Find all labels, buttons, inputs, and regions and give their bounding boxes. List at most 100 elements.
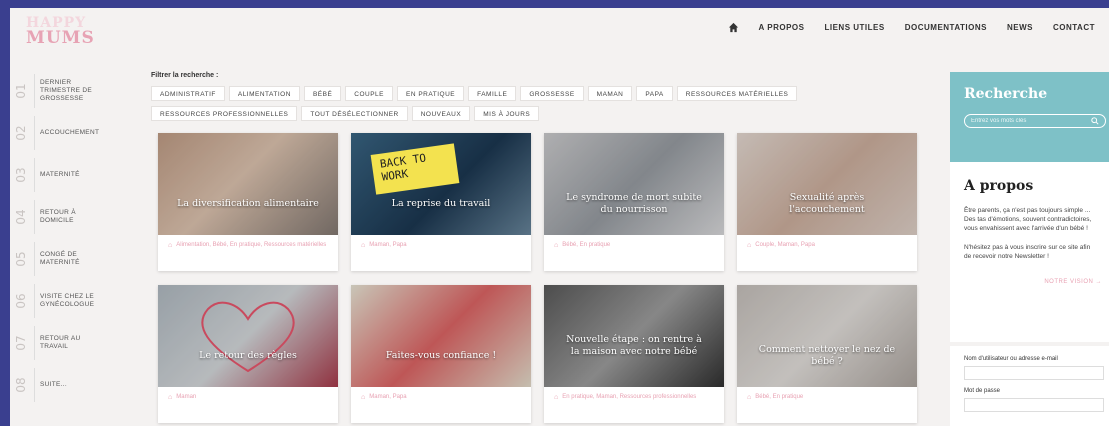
article-card[interactable]: La diversification alimentaire ⌂ Alimenta… <box>158 133 338 271</box>
article-title[interactable]: Le retour des règles <box>181 350 315 362</box>
search-icon[interactable] <box>1091 117 1099 125</box>
about-newsletter-text: N'hésitez pas à vous inscrire sur ce sit… <box>964 244 1091 260</box>
username-input[interactable] <box>964 366 1104 380</box>
article-image[interactable]: Nouvelle étape : on rentre à la maison a… <box>544 285 724 387</box>
article-tags: ⌂ Bébé, En pratique <box>544 235 724 256</box>
filter-chip-couple[interactable]: COUPLE <box>345 86 394 101</box>
article-image[interactable]: BACK TO WORK La reprise du travail <box>351 133 531 235</box>
article-tags-text[interactable]: Alimentation, Bébé, En pratique, Ressour… <box>176 241 326 250</box>
filter-chip-maman[interactable]: MAMAN <box>587 86 633 101</box>
article-tags-text[interactable]: En pratique, Maman, Ressources professio… <box>562 393 696 402</box>
timeline-label: Retour au travail <box>40 335 81 350</box>
timeline-item[interactable]: 05 Congé de maternité <box>10 238 110 280</box>
article-title[interactable]: Faites-vous confiance ! <box>368 350 514 362</box>
timeline-number: 01 <box>14 83 28 99</box>
timeline-item[interactable]: 06 Visite chez le gynécologue <box>10 280 110 322</box>
article-image[interactable]: Faites-vous confiance ! <box>351 285 531 387</box>
filter-chip-alimentation[interactable]: ALIMENTATION <box>228 86 300 101</box>
timeline-label: Maternité <box>40 171 80 178</box>
heart-illustration <box>201 301 295 373</box>
username-label: Nom d'utilisateur ou adresse e-mail <box>964 356 1058 362</box>
article-card[interactable]: Le retour des règles ⌂ Maman <box>158 285 338 423</box>
timeline-item[interactable]: 08 Suite... <box>10 364 110 406</box>
top-navigation: A PROPOS LIENS UTILES DOCUMENTATIONS NEW… <box>728 22 1095 33</box>
article-title[interactable]: La reprise du travail <box>374 198 509 210</box>
filter-chip-grossesse[interactable]: GROSSESSE <box>520 86 584 101</box>
article-tags: ⌂ En pratique, Maman, Ressources professi… <box>544 387 724 408</box>
nav-contact[interactable]: CONTACT <box>1053 23 1095 32</box>
filter-chip-en-pratique[interactable]: EN PRATIQUE <box>397 86 465 101</box>
article-title[interactable]: La diversification alimentaire <box>159 198 337 210</box>
article-title[interactable]: Comment nettoyer le nez de bébé ? <box>737 344 917 368</box>
about-widget: A propos Être parents, ça n'est pas touj… <box>950 162 1109 342</box>
article-tags-text[interactable]: Maman, Papa <box>369 393 406 402</box>
timeline-menu: 01 Dernier trimestre de grossesse 02 Accou… <box>10 70 110 406</box>
filter-title: Filtrer la recherche : <box>151 72 219 79</box>
timeline-number: 04 <box>14 209 28 225</box>
tag-icon: ⌂ <box>361 394 366 401</box>
nav-documentations[interactable]: DOCUMENTATIONS <box>905 23 987 32</box>
article-tags: ⌂ Maman <box>158 387 338 408</box>
article-image[interactable]: La diversification alimentaire <box>158 133 338 235</box>
article-image[interactable]: Sexualité après l'accouchement <box>737 133 917 235</box>
article-card[interactable]: Sexualité après l'accouchement ⌂ Couple, … <box>737 133 917 271</box>
filter-chip-famille[interactable]: FAMILLE <box>468 86 517 101</box>
filter-chip-administratif[interactable]: ADMINISTRATIF <box>151 86 225 101</box>
article-tags-text[interactable]: Couple, Maman, Papa <box>755 241 815 250</box>
article-tags: ⌂ Alimentation, Bébé, En pratique, Ressou… <box>158 235 338 256</box>
article-tags: ⌂ Couple, Maman, Papa <box>737 235 917 256</box>
filter-chip-mis-a-jours[interactable]: MIS À JOURS <box>474 106 540 121</box>
article-title[interactable]: Nouvelle étape : on rentre à la maison a… <box>544 334 724 358</box>
article-tags-text[interactable]: Bébé, En pratique <box>755 393 803 402</box>
notre-vision-link[interactable]: NOTRE VISION → <box>964 279 1106 285</box>
timeline-label: Congé de maternité <box>40 251 80 266</box>
timeline-number: 07 <box>14 335 28 351</box>
filter-chip-nouveaux[interactable]: NOUVEAUX <box>411 106 471 121</box>
logo-line-2: MUMS <box>26 28 95 48</box>
search-input[interactable] <box>971 118 1081 124</box>
article-card[interactable]: Nouvelle étape : on rentre à la maison a… <box>544 285 724 423</box>
article-card[interactable]: Faites-vous confiance ! ⌂ Maman, Papa <box>351 285 531 423</box>
article-title[interactable]: Le syndrome de mort subite du nourrisson <box>544 192 724 216</box>
tag-icon: ⌂ <box>747 242 752 249</box>
filter-chip-ressources-professionnelles[interactable]: RESSOURCES PROFESSIONNELLES <box>151 106 298 121</box>
article-image[interactable]: Comment nettoyer le nez de bébé ? <box>737 285 917 387</box>
filter-chip-papa[interactable]: PAPA <box>636 86 673 101</box>
timeline-number: 05 <box>14 251 28 267</box>
search-field[interactable] <box>964 114 1106 128</box>
filter-chips: ADMINISTRATIF ALIMENTATION BÉBÉ COUPLE E… <box>151 86 871 121</box>
tag-icon: ⌂ <box>168 242 173 249</box>
timeline-label: Accouchement <box>40 129 100 136</box>
filter-chip-tout-deselectionner[interactable]: TOUT DÉSÉLECTIONNER <box>301 106 408 121</box>
timeline-item[interactable]: 01 Dernier trimestre de grossesse <box>10 70 110 112</box>
article-tags: ⌂ Maman, Papa <box>351 235 531 256</box>
article-image[interactable]: Le retour des règles <box>158 285 338 387</box>
nav-a-propos[interactable]: A PROPOS <box>759 23 805 32</box>
article-card[interactable]: BACK TO WORK La reprise du travail ⌂ Mama… <box>351 133 531 271</box>
article-tags-text[interactable]: Maman <box>176 393 196 402</box>
filter-chip-bebe[interactable]: BÉBÉ <box>303 86 342 101</box>
article-title[interactable]: Sexualité après l'accouchement <box>737 192 917 216</box>
article-tags: ⌂ Bébé, En pratique <box>737 387 917 408</box>
article-card[interactable]: Comment nettoyer le nez de bébé ? ⌂ Bébé,… <box>737 285 917 423</box>
article-tags-text[interactable]: Maman, Papa <box>369 241 406 250</box>
article-card[interactable]: Le syndrome de mort subite du nourrisson… <box>544 133 724 271</box>
tag-icon: ⌂ <box>747 394 752 401</box>
nav-news[interactable]: NEWS <box>1007 23 1033 32</box>
site-logo[interactable]: HAPPY MUMS <box>26 16 106 48</box>
tag-icon: ⌂ <box>554 394 559 401</box>
nav-liens-utiles[interactable]: LIENS UTILES <box>824 23 884 32</box>
article-tags-text[interactable]: Bébé, En pratique <box>562 241 610 250</box>
article-image[interactable]: Le syndrome de mort subite du nourrisson <box>544 133 724 235</box>
timeline-item[interactable]: 04 Retour à domicile <box>10 196 110 238</box>
timeline-item[interactable]: 07 Retour au travail <box>10 322 110 364</box>
timeline-item[interactable]: 03 Maternité <box>10 154 110 196</box>
tag-icon: ⌂ <box>361 242 366 249</box>
login-widget: Nom d'utilisateur ou adresse e-mail Mot … <box>950 346 1109 426</box>
password-input[interactable] <box>964 398 1104 412</box>
filter-chip-ressources-materielles[interactable]: RESSOURCES MATÉRIELLES <box>676 86 798 101</box>
timeline-item[interactable]: 02 Accouchement <box>10 112 110 154</box>
article-tags: ⌂ Maman, Papa <box>351 387 531 408</box>
home-icon[interactable] <box>728 22 739 33</box>
search-widget: Recherche <box>950 72 1109 162</box>
